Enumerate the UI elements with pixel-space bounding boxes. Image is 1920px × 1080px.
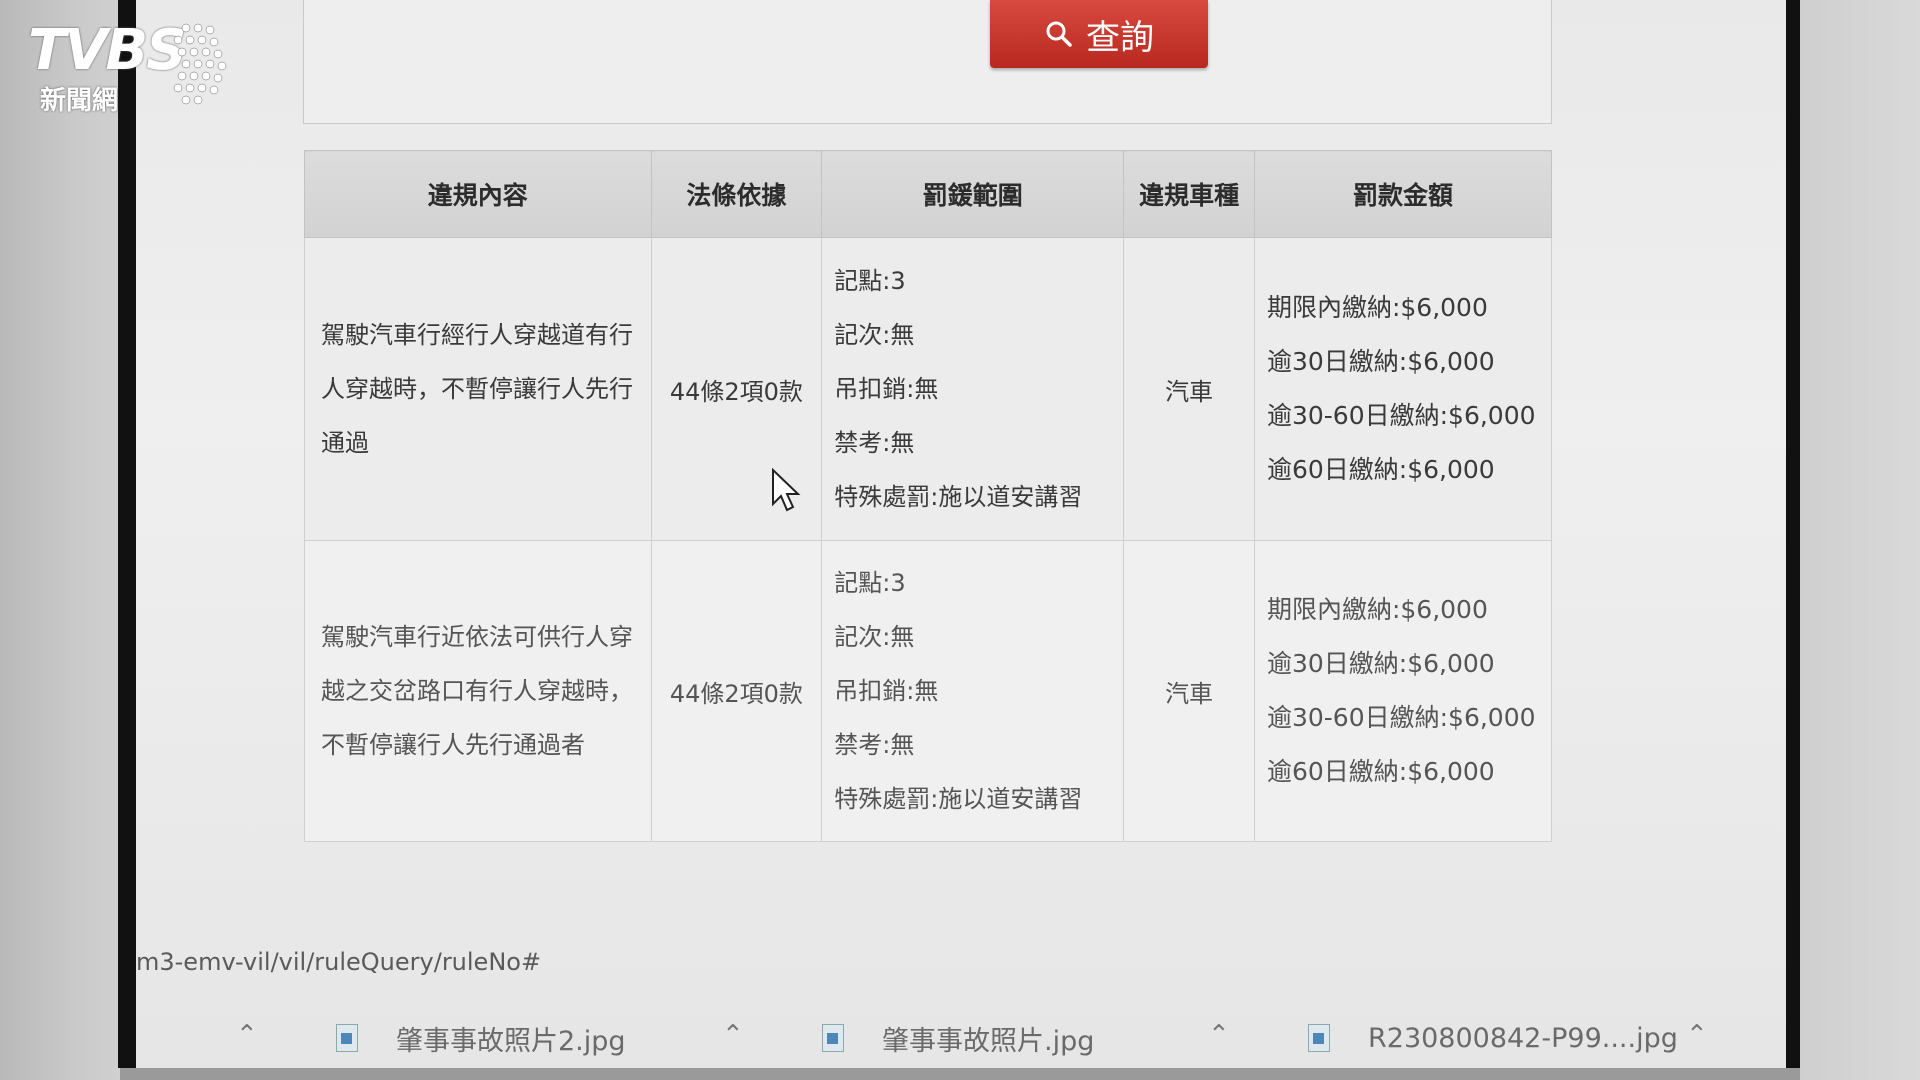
penalty-range-cell: 記點:3 記次:無 吊扣銷:無 禁考:無 特殊處罰:施以道安講習 — [821, 540, 1125, 842]
header-violation-content: 違規內容 — [304, 150, 652, 238]
penalty-item: 記次:無 — [834, 623, 915, 651]
violation-rules-table: 違規內容 法條依據 罰鍰範圍 違規車種 罰款金額 駕駛汽車行經行人穿越道有行人穿… — [304, 150, 1553, 842]
blurred-background-right — [1800, 0, 1920, 1080]
amount-item: 期限內繳納:$6,000 — [1266, 293, 1488, 322]
amount-item: 逾30-60日繳納:$6,000 — [1266, 703, 1536, 732]
table-header-row: 違規內容 法條依據 罰鍰範圍 違規車種 罰款金額 — [304, 150, 1553, 238]
blurred-background-left — [0, 0, 120, 1080]
penalty-item: 吊扣銷:無 — [834, 375, 939, 403]
image-file-icon — [1308, 1024, 1330, 1052]
penalty-item: 記點:3 — [834, 569, 906, 597]
table-row: 駕駛汽車行經行人穿越道有行人穿越時，不暫停讓行人先行通過 44條2項0款 記點:… — [304, 237, 1553, 541]
fine-amount-cell: 期限內繳納:$6,000 逾30日繳納:$6,000 逾30-60日繳納:$6,… — [1253, 237, 1553, 541]
amount-item: 逾30日繳納:$6,000 — [1266, 649, 1495, 678]
penalty-item: 記點:3 — [834, 267, 906, 295]
violation-content-cell: 駕駛汽車行經行人穿越道有行人穿越時，不暫停讓行人先行通過 — [304, 237, 652, 541]
logo-subtitle: 新聞網 — [40, 86, 119, 116]
logo-dots-icon — [173, 23, 227, 105]
vehicle-type-cell: 汽車 — [1123, 540, 1255, 842]
download-item[interactable]: 肇事事故照片2.jpg — [336, 1010, 626, 1066]
download-file-name: 肇事事故照片2.jpg — [396, 1025, 626, 1057]
download-item[interactable]: R230800842-P99....jpg — [1308, 1010, 1678, 1066]
download-file-name: 肇事事故照片.jpg — [882, 1025, 1095, 1057]
chevron-up-icon[interactable]: ⌃ — [1686, 1020, 1708, 1050]
tvbs-logo: TVBS 新聞網 — [28, 18, 227, 118]
penalty-item: 記次:無 — [834, 321, 915, 349]
chevron-up-icon[interactable]: ⌃ — [1208, 1020, 1230, 1050]
amount-item: 逾30-60日繳納:$6,000 — [1266, 401, 1536, 430]
downloads-bar: ⌃ 肇事事故照片2.jpg ⌃ 肇事事故照片.jpg ⌃ R230800842-… — [136, 1010, 1786, 1066]
penalty-item: 特殊處罰:施以道安講習 — [834, 785, 1083, 813]
chevron-up-icon[interactable]: ⌃ — [236, 1020, 258, 1050]
download-item[interactable]: 肇事事故照片.jpg — [822, 1010, 1094, 1066]
law-basis-cell: 44條2項0款 — [650, 540, 823, 842]
penalty-range-cell: 記點:3 記次:無 吊扣銷:無 禁考:無 特殊處罰:施以道安講習 — [821, 237, 1125, 541]
violation-content-cell: 駕駛汽車行近依法可供行人穿越之交岔路口有行人穿越時，不暫停讓行人先行通過者 — [304, 540, 652, 842]
search-form-panel: 查詢 — [303, 0, 1552, 124]
penalty-item: 禁考:無 — [834, 429, 915, 457]
amount-item: 逾60日繳納:$6,000 — [1266, 455, 1495, 484]
query-button-label: 查詢 — [1086, 17, 1154, 58]
penalty-item: 吊扣銷:無 — [834, 677, 939, 705]
fine-amount-cell: 期限內繳納:$6,000 逾30日繳納:$6,000 逾30-60日繳納:$6,… — [1253, 540, 1553, 842]
chevron-up-icon[interactable]: ⌃ — [722, 1020, 744, 1050]
amount-item: 逾60日繳納:$6,000 — [1266, 757, 1495, 786]
download-file-name: R230800842-P99....jpg — [1368, 1022, 1678, 1054]
amount-item: 逾30日繳納:$6,000 — [1266, 347, 1495, 376]
table-row: 駕駛汽車行近依法可供行人穿越之交岔路口有行人穿越時，不暫停讓行人先行通過者 44… — [304, 540, 1553, 842]
vehicle-type-cell: 汽車 — [1123, 237, 1255, 541]
query-button[interactable]: 查詢 — [990, 0, 1208, 68]
penalty-item: 禁考:無 — [834, 731, 915, 759]
header-fine-amount: 罰款金額 — [1253, 150, 1553, 238]
status-url: m3-emv-vil/vil/ruleQuery/ruleNo# — [136, 948, 542, 976]
image-file-icon — [822, 1024, 844, 1052]
amount-item: 期限內繳納:$6,000 — [1266, 595, 1488, 624]
image-file-icon — [336, 1024, 358, 1052]
browser-viewport: 查詢 違規內容 法條依據 罰鍰範圍 違規車種 罰款金額 駕駛汽車行經行人穿越道有… — [136, 0, 1786, 1068]
search-icon — [1046, 21, 1072, 47]
penalty-item: 特殊處罰:施以道安講習 — [834, 483, 1083, 511]
header-vehicle-type: 違規車種 — [1123, 150, 1255, 238]
mouse-pointer-icon — [772, 468, 801, 512]
header-law-basis: 法條依據 — [650, 150, 823, 238]
header-penalty-range: 罰鍰範圍 — [821, 150, 1125, 238]
